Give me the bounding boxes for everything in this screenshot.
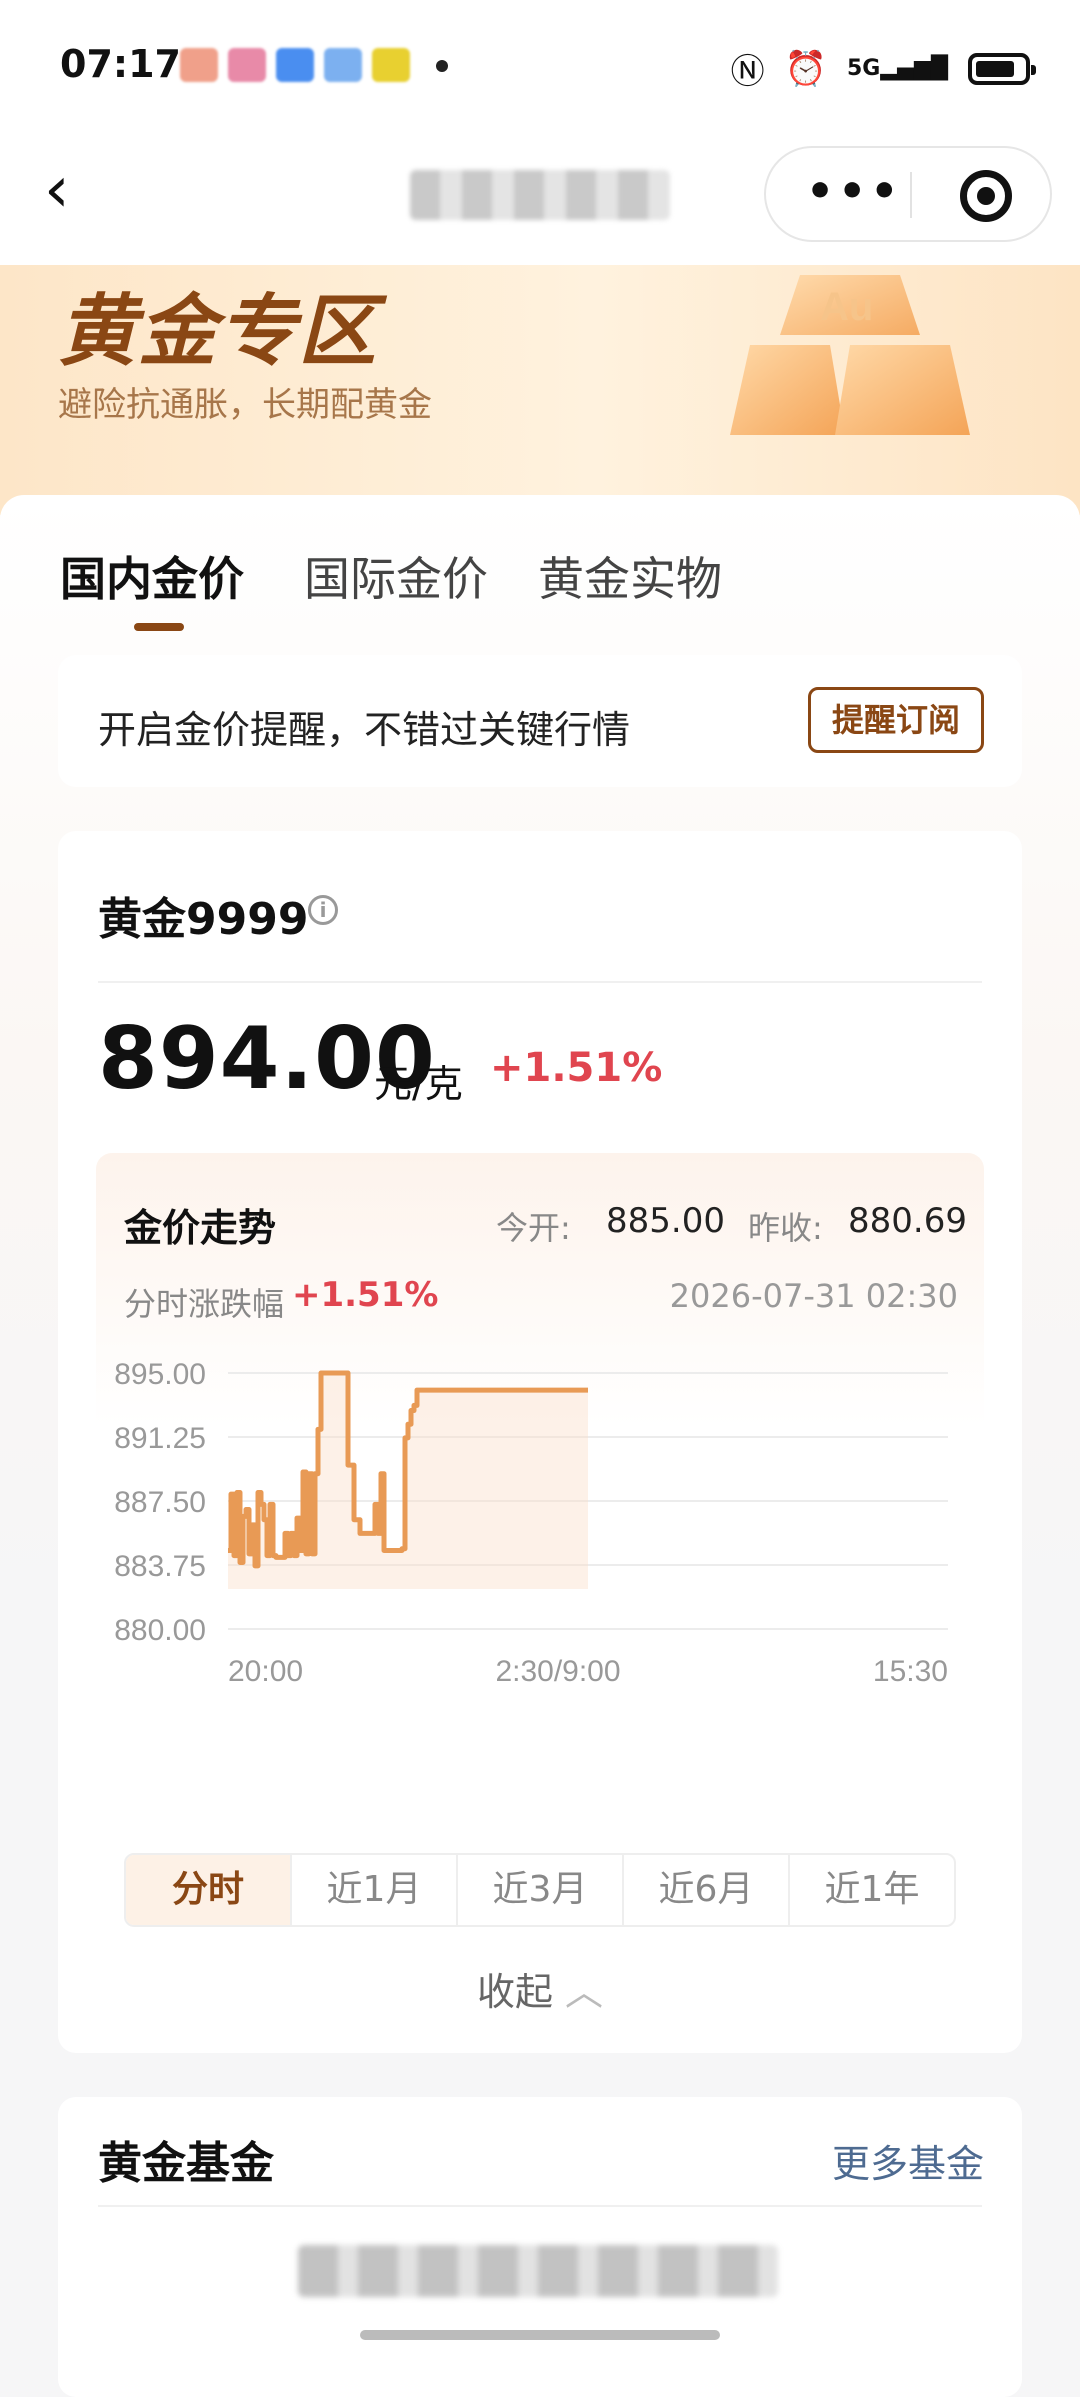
funds-card: 黄金基金 更多基金 <box>58 2097 1022 2397</box>
miniprogram-capsule: ••• <box>764 146 1052 242</box>
open-label: 今开: <box>496 1209 571 1247</box>
x-tick-label: 15:30 <box>873 1655 948 1688</box>
gold-name: 黄金9999 <box>98 894 309 945</box>
gold-bars-icon: Au <box>730 275 970 435</box>
notification-icons <box>180 48 410 82</box>
collapse-button[interactable]: 收起 ︿ <box>58 1961 1022 2016</box>
banner-title: 黄金专区 <box>58 287 379 377</box>
alarm-icon: ⏰ <box>784 48 827 89</box>
chart-timestamp: 2026-07-31 02:30 <box>669 1277 958 1315</box>
range-6m[interactable]: 近6月 <box>624 1855 790 1925</box>
range-1y[interactable]: 近1年 <box>790 1855 954 1925</box>
info-icon[interactable]: i <box>308 895 338 925</box>
range-1m[interactable]: 近1月 <box>292 1855 458 1925</box>
y-tick-label: 891.25 <box>114 1422 206 1455</box>
range-intraday[interactable]: 分时 <box>126 1855 292 1925</box>
fund-name-blurred[interactable] <box>298 2245 778 2297</box>
prev-close-label: 昨收: <box>748 1209 823 1247</box>
tab-domestic[interactable]: 国内金价 <box>60 543 244 609</box>
nav-title-blurred <box>410 170 670 220</box>
price-change: +1.51% <box>490 1045 663 1091</box>
tab-physical[interactable]: 黄金实物 <box>538 543 722 609</box>
subscribe-button[interactable]: 提醒订阅 <box>808 687 984 753</box>
reminder-card: 开启金价提醒，不错过关键行情 提醒订阅 <box>58 655 1022 787</box>
main-panel: 国内金价 国际金价 黄金实物 开启金价提醒，不错过关键行情 提醒订阅 黄金999… <box>0 495 1080 2397</box>
intraday-chart[interactable]: 895.00 891.25 887.50 883.75 880.00 20:00 2:30/… <box>96 1353 984 1833</box>
x-tick-label: 20:00 <box>228 1655 303 1688</box>
intraday-label: 分时涨跌幅 <box>124 1285 285 1323</box>
open-value: 885.00 <box>606 1201 725 1241</box>
nfc-icon: Ⓝ <box>730 52 765 92</box>
trend-chart-box: 金价走势 今开: 885.00 昨收: 880.69 分时涨跌幅 +1.51% … <box>96 1153 984 1933</box>
chevron-up-icon: ︿ <box>565 1970 604 2014</box>
battery-icon <box>968 52 1036 85</box>
tab-international[interactable]: 国际金价 <box>304 543 488 609</box>
y-tick-label: 880.00 <box>114 1614 206 1647</box>
reminder-text: 开启金价提醒，不错过关键行情 <box>98 708 631 752</box>
y-tick-label: 895.00 <box>114 1358 206 1391</box>
more-notifications-dot <box>436 60 448 72</box>
nav-bar: ‹ ••• <box>0 130 1080 265</box>
price-unit: 元/克 <box>374 1062 463 1106</box>
status-time: 07:17 <box>60 42 181 86</box>
quote-card: 黄金9999 i 894.00 元/克 +1.51% 金价走势 今开: 885.… <box>58 831 1022 2053</box>
back-icon[interactable]: ‹ <box>44 158 70 222</box>
home-indicator[interactable] <box>360 2330 720 2340</box>
tab-underline <box>134 623 184 631</box>
prev-close-value: 880.69 <box>848 1201 967 1241</box>
signal-icon: 5G▂▄▆█ <box>846 56 948 81</box>
gold-banner: 黄金专区 避险抗通胀，长期配黄金 Au <box>0 265 1080 515</box>
collapse-label: 收起 <box>476 1970 553 2014</box>
range-3m[interactable]: 近3月 <box>458 1855 624 1925</box>
more-icon[interactable]: ••• <box>806 166 902 217</box>
y-tick-label: 883.75 <box>114 1550 206 1583</box>
close-miniprogram-icon[interactable] <box>960 170 1012 222</box>
range-selector: 分时 近1月 近3月 近6月 近1年 <box>124 1853 956 1927</box>
intraday-value: +1.51% <box>292 1275 439 1315</box>
banner-subtitle: 避险抗通胀，长期配黄金 <box>58 385 432 425</box>
y-tick-label: 887.50 <box>114 1486 206 1519</box>
svg-text:Au: Au <box>820 285 873 329</box>
more-funds-link[interactable]: 更多基金 <box>832 2133 984 2188</box>
trend-title: 金价走势 <box>124 1206 277 1250</box>
x-tick-label: 2:30/9:00 <box>495 1655 620 1688</box>
status-bar: 07:17 Ⓝ ⏰ 5G▂▄▆█ <box>0 0 1080 130</box>
funds-title: 黄金基金 <box>98 2138 274 2189</box>
